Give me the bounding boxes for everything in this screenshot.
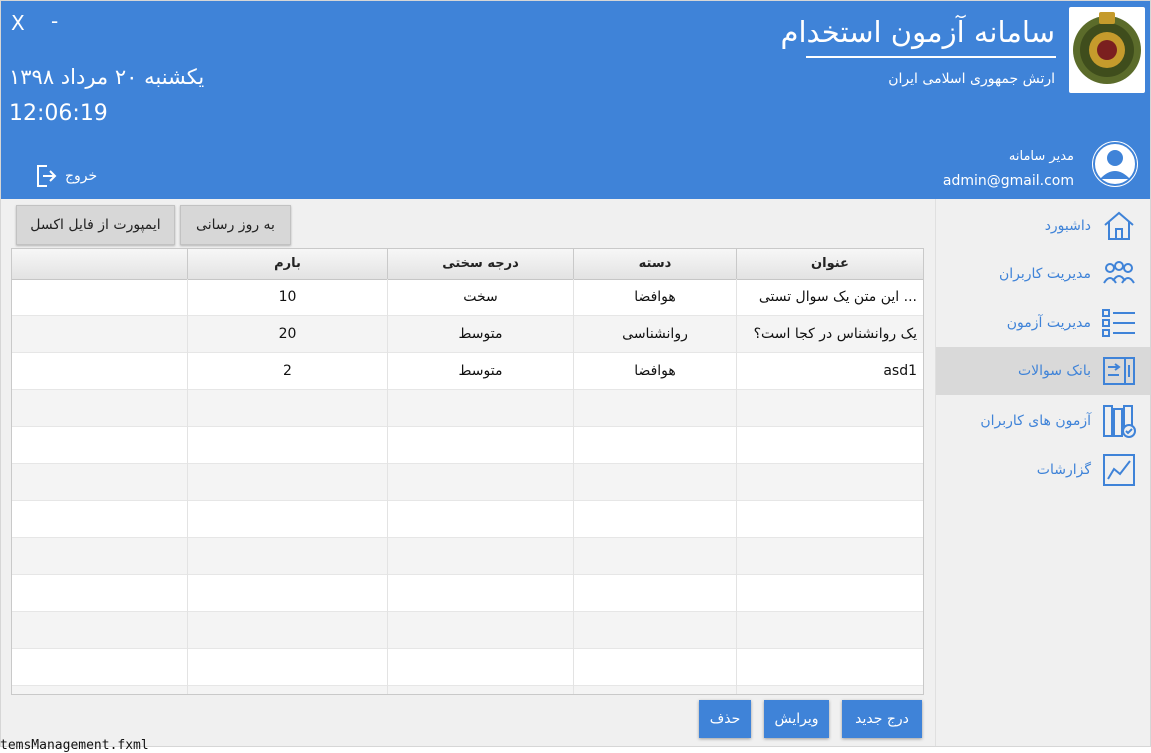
cell-score: 20: [187, 316, 387, 352]
current-time: 12:06:19: [9, 101, 108, 126]
import-excel-button[interactable]: ایمپورت از فایل اکسل: [16, 205, 175, 245]
cell-title: این متن یک سوال تستی ...: [736, 279, 923, 315]
table-row[interactable]: یک روانشناس در کجا است؟ روانشناسی متوسط …: [12, 316, 923, 353]
empty-row: [12, 575, 923, 612]
cell-score: 10: [187, 279, 387, 315]
sidebar-item-reports[interactable]: گزارشات: [936, 446, 1150, 494]
column-header-category[interactable]: دسته: [573, 249, 736, 279]
cell-title: asd1: [736, 353, 923, 389]
cell-extra: [12, 279, 187, 315]
empty-row: [12, 390, 923, 427]
app-title: سامانه آزمون استخدام: [780, 15, 1056, 49]
table-row[interactable]: asd1 هوافضا متوسط 2: [12, 353, 923, 390]
user-avatar-icon: [1092, 141, 1138, 187]
sidebar-item-label: مدیریت کاربران: [998, 266, 1091, 282]
list-icon: [1102, 309, 1135, 337]
users-icon: [1103, 261, 1135, 284]
cell-difficulty: سخت: [387, 279, 573, 315]
sidebar-item-label: بانک سوالات: [1017, 363, 1091, 379]
column-divider: [573, 279, 574, 694]
user-exams-icon: [1103, 405, 1136, 438]
avatar[interactable]: [1090, 139, 1140, 189]
cell-category: هوافضا: [573, 279, 736, 315]
sidebar-item-user-management[interactable]: مدیریت کاربران: [936, 250, 1150, 298]
sidebar-item-label: گزارشات: [1036, 462, 1091, 478]
cell-difficulty: متوسط: [387, 316, 573, 352]
question-bank-icon: [1103, 357, 1135, 385]
sidebar-item-label: مدیریت آزمون: [1006, 315, 1091, 331]
logout-button[interactable]: خروج: [35, 161, 97, 191]
logout-label: خروج: [65, 168, 98, 184]
empty-row: [12, 464, 923, 501]
cell-extra: [12, 353, 187, 389]
title-underline: [806, 56, 1056, 58]
empty-row: [12, 686, 923, 694]
column-divider: [187, 279, 188, 694]
questions-table: عنوان دسته درجه سختی بارم این متن یک سوا…: [11, 248, 924, 695]
delete-button[interactable]: حذف: [699, 700, 751, 738]
empty-row: [12, 427, 923, 464]
user-email: admin@gmail.com: [942, 173, 1074, 189]
sidebar-item-dashboard[interactable]: داشبورد: [936, 202, 1150, 250]
user-role: مدیر سامانه: [1008, 149, 1074, 164]
sidebar-nav: داشبورد مدیریت کاربران مدیریت آزمون بانک…: [935, 199, 1150, 746]
home-icon: [1104, 211, 1134, 240]
current-date: یکشنبه ۲۰ مرداد ۱۳۹۸: [9, 65, 205, 89]
app-window: X - یکشنبه ۲۰ مرداد ۱۳۹۸ 12:06:19 خروج س…: [0, 0, 1151, 747]
refresh-button[interactable]: به روز رسانی: [180, 205, 291, 245]
sidebar-item-user-exams[interactable]: آزمون های کاربران: [936, 397, 1150, 445]
empty-row: [12, 538, 923, 575]
background-ide-text: temsManagement.fxml: [0, 738, 149, 753]
cell-extra: [12, 316, 187, 352]
column-header-score[interactable]: بارم: [187, 249, 387, 279]
edit-button[interactable]: ویرایش: [764, 700, 829, 738]
empty-row: [12, 649, 923, 686]
sidebar-item-question-bank[interactable]: بانک سوالات: [936, 347, 1150, 395]
column-divider: [736, 279, 737, 694]
logout-icon: [37, 165, 57, 187]
sidebar-item-exam-management[interactable]: مدیریت آزمون: [936, 299, 1150, 347]
cell-category: هوافضا: [573, 353, 736, 389]
cell-difficulty: متوسط: [387, 353, 573, 389]
empty-row: [12, 501, 923, 538]
window-minimize-button[interactable]: -: [51, 9, 58, 33]
window-close-button[interactable]: X: [11, 11, 25, 35]
column-header-title[interactable]: عنوان: [736, 249, 923, 279]
column-header-extra[interactable]: [12, 249, 187, 279]
new-button[interactable]: درج جدید: [842, 700, 922, 738]
organization-name: ارتش جمهوری اسلامی ایران: [888, 71, 1055, 87]
report-chart-icon: [1103, 454, 1135, 486]
sidebar-item-label: داشبورد: [1044, 218, 1091, 234]
cell-title: یک روانشناس در کجا است؟: [736, 316, 923, 352]
sidebar-item-label: آزمون های کاربران: [980, 413, 1091, 429]
empty-row: [12, 612, 923, 649]
column-divider: [387, 279, 388, 694]
army-emblem-logo: [1069, 7, 1145, 93]
table-header: عنوان دسته درجه سختی بارم: [12, 249, 923, 280]
cell-score: 2: [187, 353, 387, 389]
header-bar: X - یکشنبه ۲۰ مرداد ۱۳۹۸ 12:06:19 خروج س…: [1, 1, 1150, 199]
table-row[interactable]: این متن یک سوال تستی ... هوافضا سخت 10: [12, 279, 923, 316]
column-header-difficulty[interactable]: درجه سختی: [387, 249, 573, 279]
cell-category: روانشناسی: [573, 316, 736, 352]
